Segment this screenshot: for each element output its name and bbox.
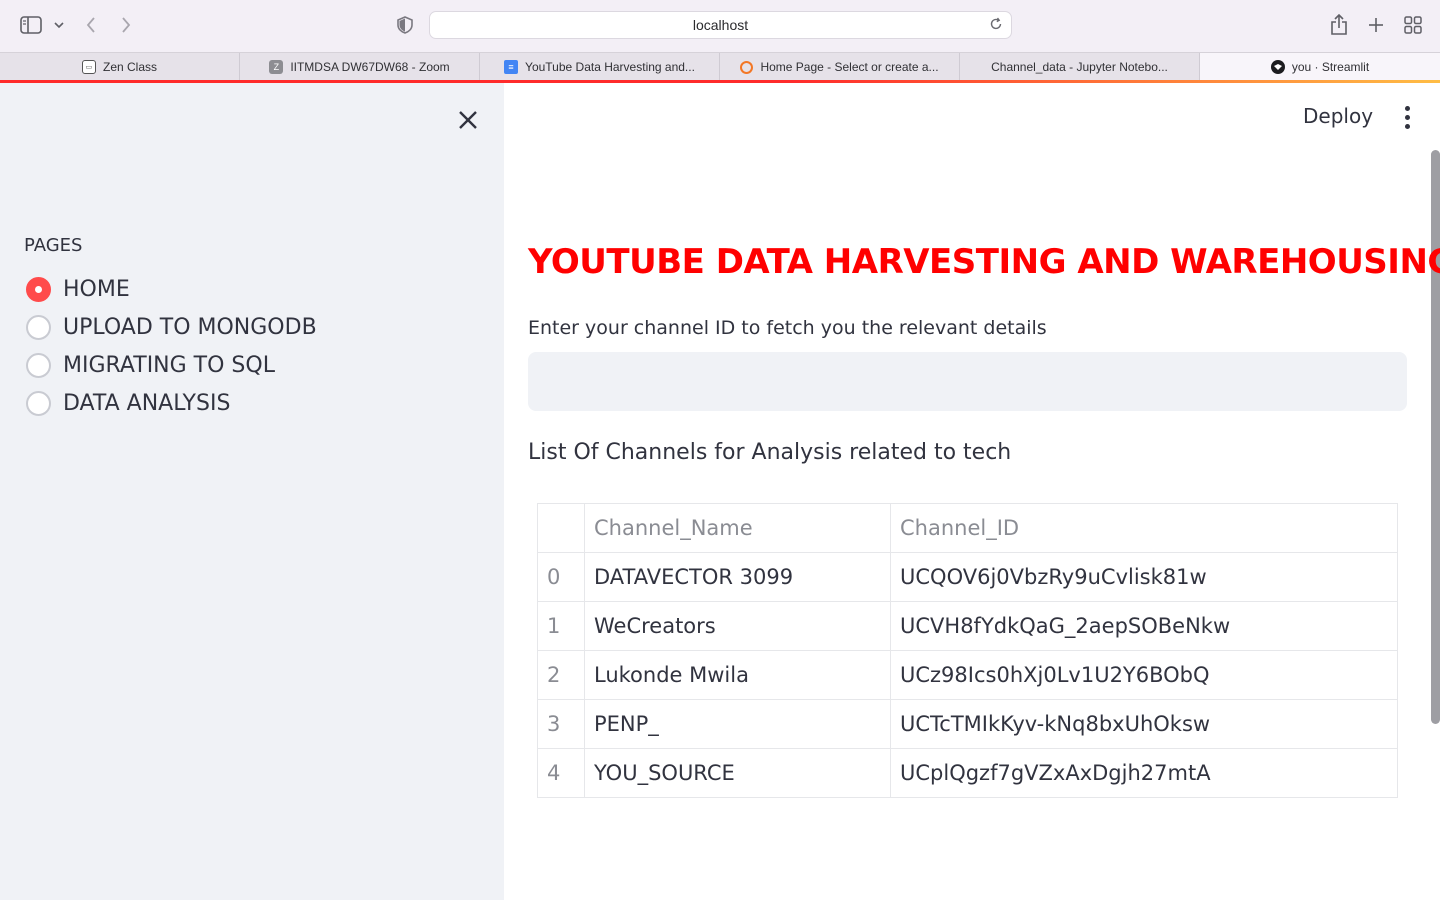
- page-title: YOUTUBE DATA HARVESTING AND WAREHOUSING: [528, 242, 1440, 282]
- radio-option-home[interactable]: HOME: [26, 274, 130, 304]
- tab-label: you · Streamlit: [1291, 60, 1370, 74]
- radio-button[interactable]: [26, 352, 51, 378]
- zoom-z-icon: Z: [269, 60, 284, 74]
- channel-id-input[interactable]: [528, 352, 1407, 411]
- channel-id-cell[interactable]: UCz98Ics0hXj0Lv1U2Y6BObQ: [890, 650, 1398, 700]
- sidebar-toggle-icon[interactable]: [18, 14, 44, 36]
- tab-bar: ▭ Zen Class Z IITMDSA DW67DW68 - Zoom ≡ …: [0, 52, 1440, 81]
- channel-name-cell[interactable]: WeCreators: [584, 601, 891, 651]
- row-index[interactable]: 1: [537, 601, 585, 651]
- radio-option-label: DATA ANALYSIS: [63, 390, 231, 416]
- radio-button-checked[interactable]: [26, 276, 51, 302]
- channel-name-cell[interactable]: Lukonde Mwila: [584, 650, 891, 700]
- table-header-row: Channel_Name Channel_ID: [537, 503, 1398, 553]
- row-index[interactable]: 3: [537, 699, 585, 749]
- address-bar[interactable]: localhost: [429, 11, 1012, 39]
- radio-option-label: UPLOAD TO MONGODB: [63, 314, 317, 340]
- jupyter-icon: [740, 60, 754, 74]
- row-index[interactable]: 2: [537, 650, 585, 700]
- privacy-shield-icon[interactable]: [396, 15, 414, 35]
- channel-id-cell[interactable]: UCQOV6j0VbzRy9uCvlisk81w: [890, 552, 1398, 602]
- radio-option-data-analysis[interactable]: DATA ANALYSIS: [26, 388, 230, 418]
- radio-button[interactable]: [26, 390, 51, 416]
- browser-tab[interactable]: Z IITMDSA DW67DW68 - Zoom: [240, 53, 480, 81]
- browser-tab[interactable]: Channel_data - Jupyter Notebo...: [960, 53, 1200, 81]
- tab-label: Zen Class: [102, 60, 158, 74]
- radio-button[interactable]: [26, 314, 51, 340]
- new-tab-plus-icon[interactable]: [1365, 13, 1387, 37]
- google-docs-icon: ≡: [504, 60, 519, 74]
- table-row: 3 PENP_ UCTcTMIkKyv-kNq8bxUhOksw: [537, 699, 1398, 749]
- table-row: 4 YOU_SOURCE UCplQgzf7gVZxAxDgjh27mtA: [537, 748, 1398, 798]
- radio-option-upload-to-mongodb[interactable]: UPLOAD TO MONGODB: [26, 312, 317, 342]
- radio-option-label: HOME: [63, 276, 130, 302]
- tab-label: IITMDSA DW67DW68 - Zoom: [290, 60, 450, 74]
- column-header-channel-name[interactable]: Channel_Name: [584, 503, 891, 553]
- main-menu-kebab-icon[interactable]: [1395, 102, 1419, 132]
- table-row: 1 WeCreators UCVH8fYdkQaG_2aepSOBeNkw: [537, 601, 1398, 651]
- browser-toolbar: localhost: [0, 0, 1440, 52]
- deploy-button[interactable]: Deploy: [1290, 98, 1386, 134]
- channel-id-cell[interactable]: UCTcTMIkKyv-kNq8bxUhOksw: [890, 699, 1398, 749]
- back-arrow-icon[interactable]: [80, 13, 102, 37]
- column-header-channel-id[interactable]: Channel_ID: [890, 503, 1398, 553]
- channel-name-cell[interactable]: YOU_SOURCE: [584, 748, 891, 798]
- channel-id-cell[interactable]: UCVH8fYdkQaG_2aepSOBeNkw: [890, 601, 1398, 651]
- channel-name-cell[interactable]: PENP_: [584, 699, 891, 749]
- browser-tab[interactable]: ▭ Zen Class: [0, 53, 240, 81]
- forward-arrow-icon[interactable]: [115, 13, 137, 37]
- close-sidebar-icon[interactable]: [455, 107, 481, 133]
- radio-option-migrating-to-sql[interactable]: MIGRATING TO SQL: [26, 350, 275, 380]
- channel-id-label: Enter your channel ID to fetch you the r…: [528, 317, 1047, 339]
- pages-label: PAGES: [24, 235, 83, 256]
- table-row: 2 Lukonde Mwila UCz98Ics0hXj0Lv1U2Y6BObQ: [537, 650, 1398, 700]
- share-icon[interactable]: [1328, 13, 1350, 37]
- table-row: 0 DATAVECTOR 3099 UCQOV6j0VbzRy9uCvlisk8…: [537, 552, 1398, 602]
- reload-icon[interactable]: [989, 17, 1005, 33]
- channels-table[interactable]: Channel_Name Channel_ID 0 DATAVECTOR 309…: [537, 503, 1398, 798]
- chevron-down-icon[interactable]: [52, 16, 66, 34]
- scrollbar[interactable]: [1431, 150, 1440, 724]
- zen-class-icon: ▭: [81, 60, 96, 74]
- radio-option-label: MIGRATING TO SQL: [63, 352, 275, 378]
- channel-id-cell[interactable]: UCplQgzf7gVZxAxDgjh27mtA: [890, 748, 1398, 798]
- browser-tab[interactable]: Home Page - Select or create a...: [720, 53, 960, 81]
- browser-tab[interactable]: ≡ YouTube Data Harvesting and...: [480, 53, 720, 81]
- row-index[interactable]: 0: [537, 552, 585, 602]
- index-column-header[interactable]: [537, 503, 585, 553]
- channel-name-cell[interactable]: DATAVECTOR 3099: [584, 552, 891, 602]
- tab-overview-grid-icon[interactable]: [1402, 14, 1424, 36]
- tab-label: Channel_data - Jupyter Notebo...: [991, 60, 1168, 74]
- tab-label: YouTube Data Harvesting and...: [525, 60, 695, 74]
- sidebar: PAGES HOME UPLOAD TO MONGODB MIGRATING T…: [0, 83, 504, 900]
- streamlit-icon: [1270, 60, 1285, 74]
- tab-label: Home Page - Select or create a...: [760, 60, 939, 74]
- url-text: localhost: [692, 17, 749, 33]
- browser-tab-active[interactable]: you · Streamlit: [1200, 53, 1440, 81]
- channels-list-heading: List Of Channels for Analysis related to…: [528, 440, 1012, 465]
- row-index[interactable]: 4: [537, 748, 585, 798]
